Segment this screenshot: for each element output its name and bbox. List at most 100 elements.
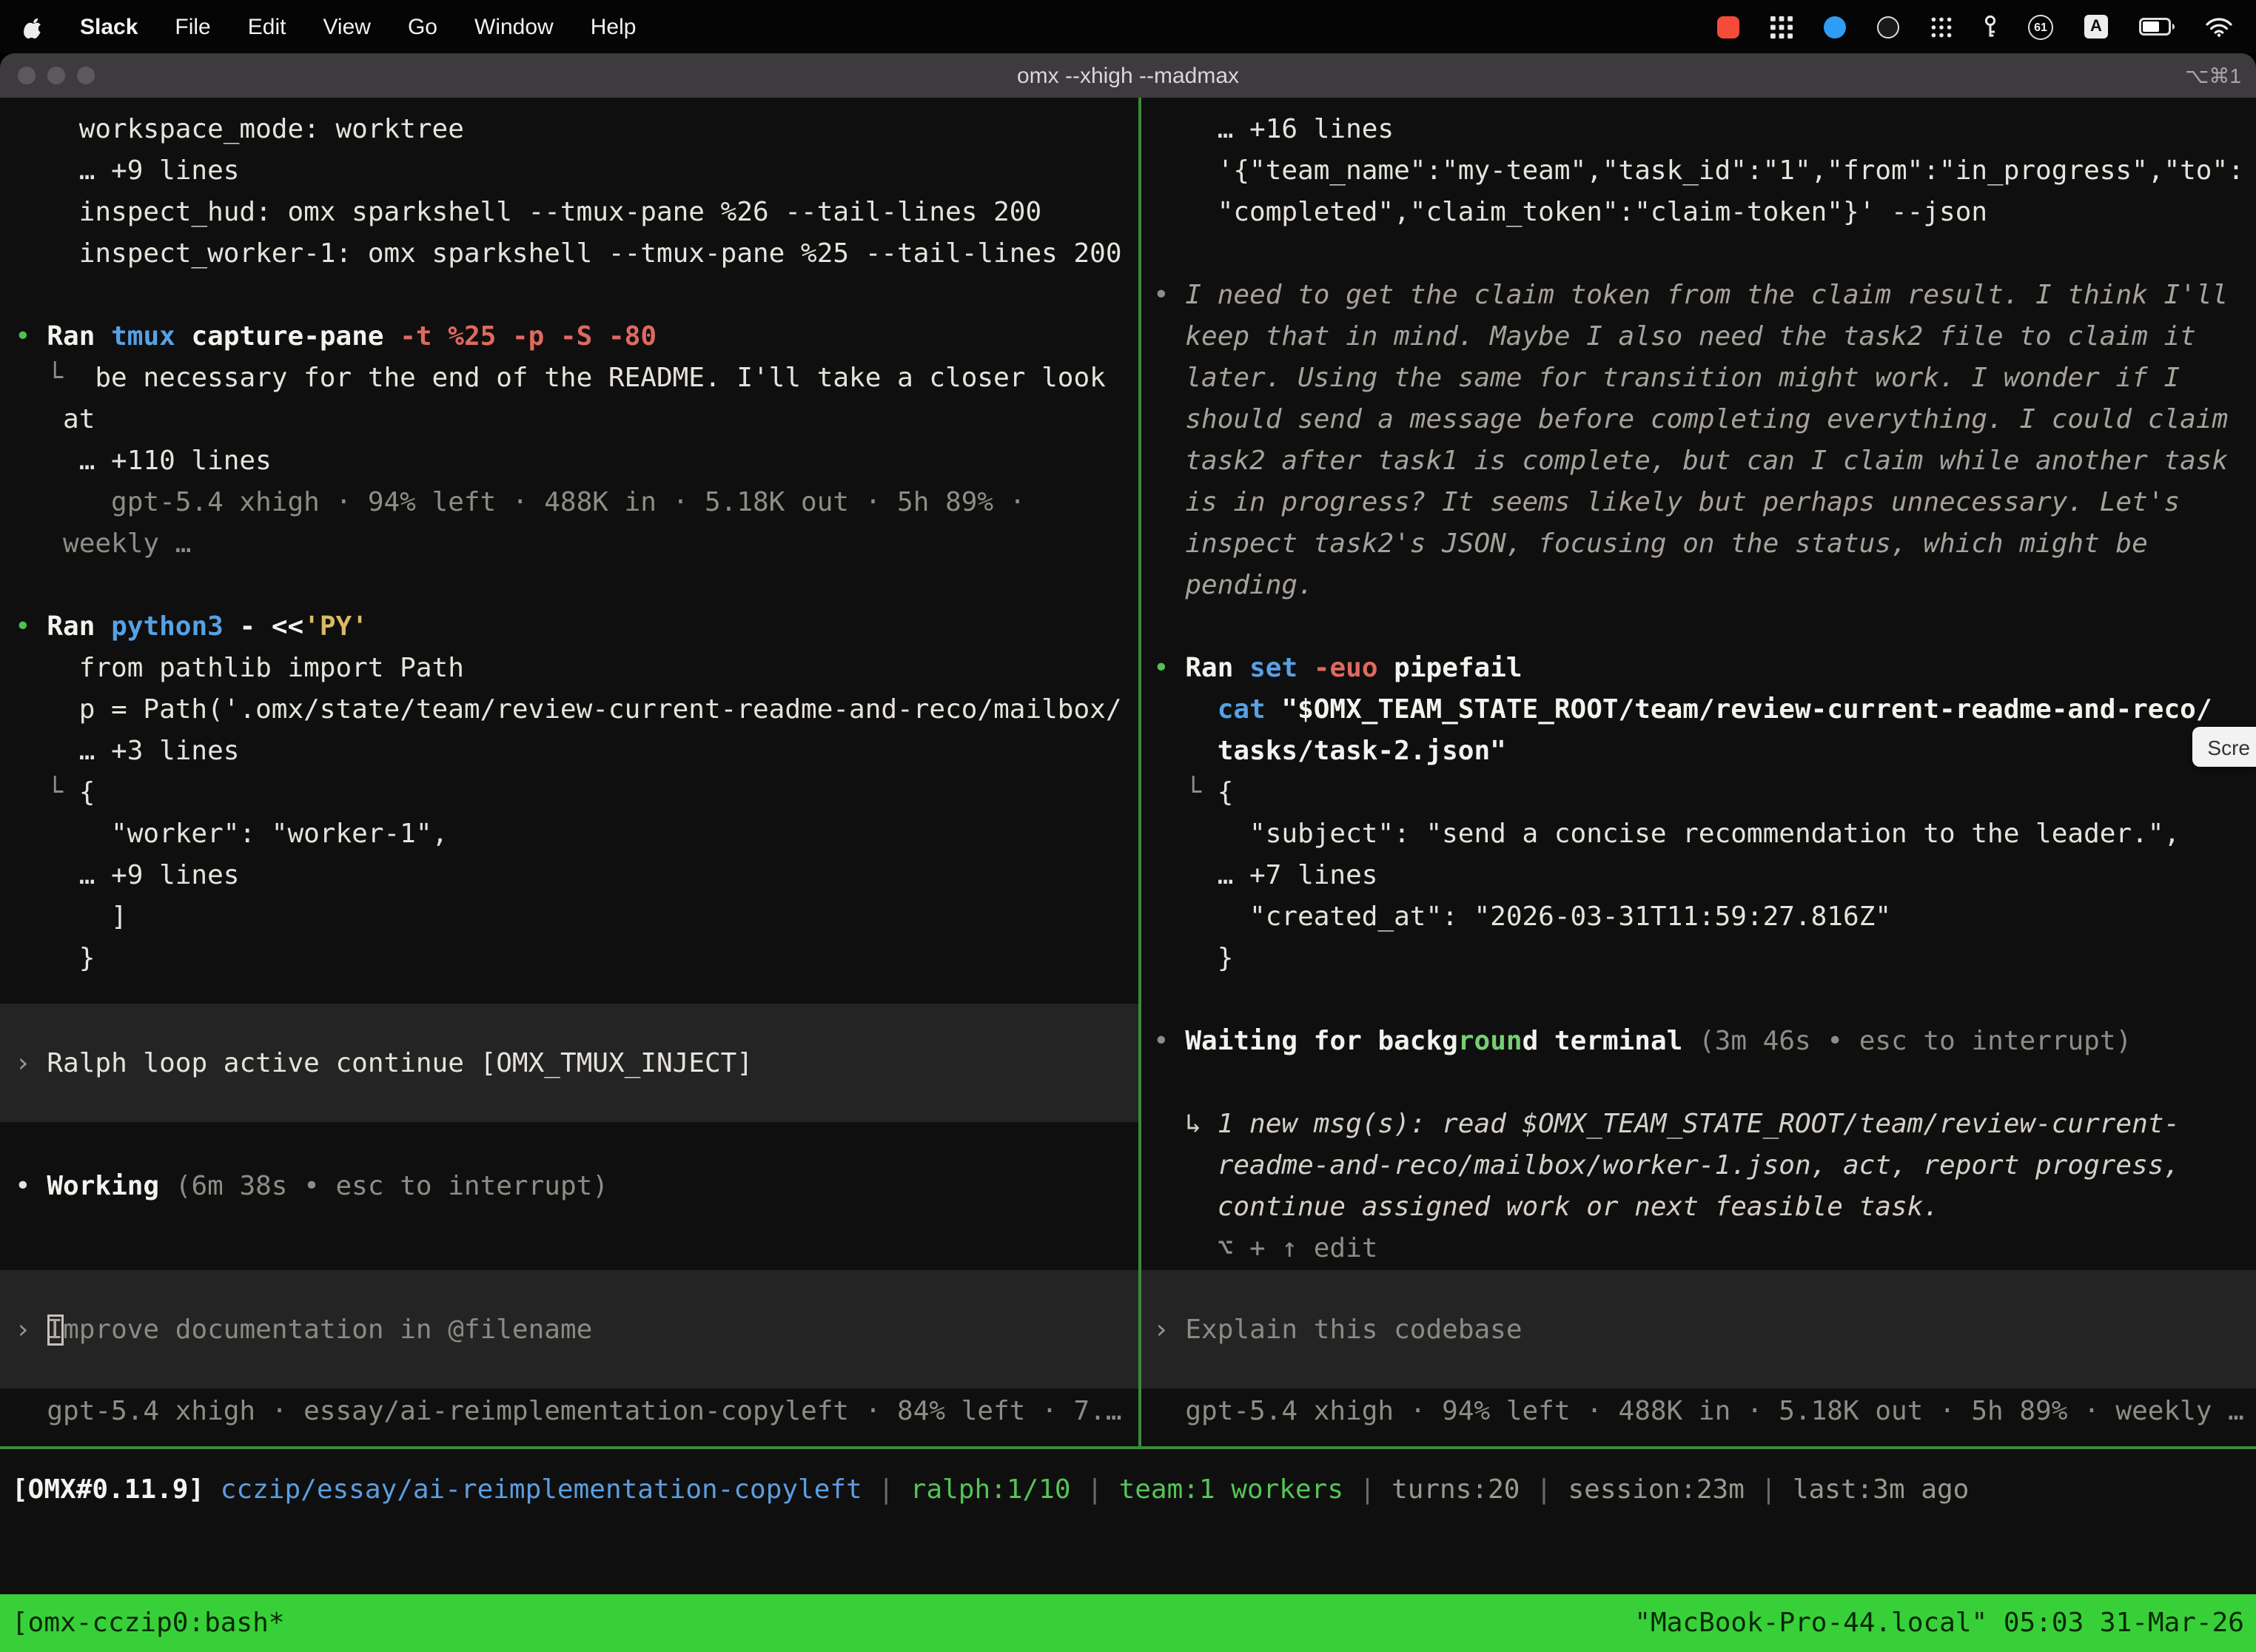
text-segment: workspace_mode: worktree (15, 114, 464, 145)
exec-line: • Ran set -euo pipefail (1153, 648, 2256, 690)
terminal-line: … +9 lines (15, 856, 1138, 897)
dots-grid-icon[interactable] (1930, 16, 1953, 38)
text-segment: … +9 lines (15, 155, 239, 187)
tmux-right-pane: … +16 lines '{"team_name":"my-team","tas… (1141, 98, 2256, 1446)
text-segment: ] (15, 901, 127, 933)
terminal-line: cat "$OMX_TEAM_STATE_ROOT/team/review-cu… (1153, 690, 2256, 731)
text-segment: roun (1458, 1026, 1523, 1057)
text-segment: { (1218, 777, 1234, 808)
text-segment: be necessary for the end of the README. … (95, 363, 1105, 394)
terminal-line: p = Path('.omx/state/team/review-current… (15, 690, 1138, 731)
tmux-status-bar: [omx-cczip0:bash* "MacBook-Pro-44.local"… (0, 1594, 2256, 1652)
right-prompt-input[interactable]: › Explain this codebase (1141, 1270, 2256, 1389)
terminal-line: "subject": "send a concise recommendatio… (1153, 814, 2256, 856)
menu-item-window[interactable]: Window (474, 14, 554, 39)
left-prompt-input[interactable]: › Improve documentation in @filename (0, 1270, 1138, 1389)
text-segment: tmux (111, 321, 175, 352)
exec-band[interactable]: › Ralph loop active continue [OMX_TMUX_I… (0, 1004, 1138, 1122)
terminal-line: … +16 lines (1153, 110, 2256, 151)
text-segment: | (1745, 1474, 1793, 1505)
tmux-left-pane: workspace_mode: worktree … +9 lines insp… (0, 98, 1138, 1446)
terminal-line: readme-and-reco/mailbox/worker-1.json, a… (1153, 1146, 2256, 1187)
text-segment: "worker": "worker-1", (15, 819, 448, 850)
terminal-line: ] (15, 897, 1138, 939)
text-segment: -euo (1297, 653, 1377, 684)
text-segment: • (15, 611, 47, 642)
text-segment: p = Path('.omx/state/team/review-current… (15, 694, 1122, 725)
terminal-line: weekly … (15, 524, 1138, 565)
terminal-line: └ be necessary for the end of the README… (15, 358, 1138, 400)
terminal-line: inspect task2's JSON, focusing on the st… (1153, 524, 2256, 565)
text-segment: ↳ 1 new msg(s): read $OMX_TEAM_STATE_ROO… (1153, 1109, 2180, 1140)
text-segment: mprove documentation in @filename (63, 1314, 592, 1345)
text-segment: d terminal (1523, 1026, 1683, 1057)
window-title: omx --xhigh --madmax (0, 63, 2256, 88)
tmux-panes: workspace_mode: worktree … +9 lines insp… (0, 98, 2256, 1446)
apple-icon[interactable] (24, 15, 43, 38)
terminal-line: tasks/task-2.json" (1153, 731, 2256, 773)
menu-item-edit[interactable]: Edit (248, 14, 286, 39)
terminal-line: … +110 lines (15, 441, 1138, 483)
text-segment: Ralph loop active continue [OMX_TMUX_INJ… (47, 1047, 753, 1078)
terminal-line: } (15, 939, 1138, 980)
text-segment: I (47, 1314, 63, 1345)
menu-item-help[interactable]: Help (591, 14, 637, 39)
zoom-button[interactable] (77, 67, 95, 84)
dark-app-icon[interactable] (1877, 16, 1899, 38)
text-segment: • (1153, 280, 1185, 311)
gauge-61-icon[interactable]: 61 (2028, 14, 2053, 39)
text-segment: └ (15, 777, 79, 808)
text-segment: - << (224, 611, 303, 642)
text-segment: Ran (47, 321, 111, 352)
menu-items: File Edit View Go Window Help (175, 14, 636, 39)
left-pane-output: workspace_mode: worktree … +9 lines insp… (15, 110, 1138, 1208)
text-segment: continue assigned work or next feasible … (1153, 1192, 1939, 1223)
input-source-label: A (2090, 18, 2102, 36)
text-segment: should send a message before completing … (1153, 404, 2228, 435)
text-segment: • (1153, 653, 1185, 684)
minimize-button[interactable] (47, 67, 65, 84)
terminal-line: is in progress? It seems likely but perh… (1153, 483, 2256, 524)
text-segment: • (1153, 1026, 1185, 1057)
terminal-line: task2 after task1 is complete, but can I… (1153, 441, 2256, 483)
text-segment: "$OMX_TEAM_STATE_ROOT/team/review-curren… (1281, 694, 2212, 725)
text-segment: keep that in mind. Maybe I also need the… (1153, 321, 2196, 352)
waiting-line: • Waiting for background terminal (3m 46… (1153, 1021, 2256, 1063)
key-icon[interactable] (1984, 15, 1997, 38)
text-segment: pending. (1153, 570, 1314, 601)
terminal-line: ↳ 1 new msg(s): read $OMX_TEAM_STATE_ROO… (1153, 1104, 2256, 1146)
gauge-label: 61 (2034, 20, 2047, 33)
window-title-bar: omx --xhigh --madmax ⌥⌘1 (0, 53, 2256, 98)
keyboard-grid-icon[interactable] (1770, 16, 1793, 38)
input-source-icon[interactable]: A (2084, 15, 2108, 38)
wifi-icon[interactable] (2206, 17, 2232, 36)
recording-indicator-icon[interactable] (1717, 16, 1739, 38)
battery-icon[interactable] (2139, 18, 2175, 36)
text-segment: • (15, 321, 47, 352)
terminal-line: keep that in mind. Maybe I also need the… (1153, 317, 2256, 358)
text-segment: … +3 lines (15, 736, 239, 767)
menu-item-go[interactable]: Go (408, 14, 437, 39)
text-segment: › (1153, 1314, 1185, 1345)
text-segment: › (15, 1047, 47, 1078)
text-segment: "completed","claim_token":"claim-token"}… (1153, 197, 1987, 228)
left-pane-bottom: › Improve documentation in @filename gpt… (15, 1270, 1138, 1433)
text-segment: '{"team_name":"my-team","task_id":"1","f… (1153, 155, 2244, 187)
text-segment: Working (47, 1171, 159, 1202)
close-button[interactable] (18, 67, 36, 84)
blank-line (1153, 980, 2256, 1021)
menu-item-view[interactable]: View (323, 14, 371, 39)
terminal-window: workspace_mode: worktree … +9 lines insp… (0, 98, 2256, 1652)
menu-item-file[interactable]: File (175, 14, 210, 39)
text-segment: inspect_hud: omx sparkshell --tmux-pane … (15, 197, 1041, 228)
text-segment: is in progress? It seems likely but perh… (1153, 487, 2180, 518)
screenshot-tooltip[interactable]: Scre (2192, 727, 2256, 767)
blue-app-icon[interactable] (1824, 16, 1846, 38)
terminal-line: … +7 lines (1153, 856, 2256, 897)
active-app-menu[interactable]: Slack (80, 14, 138, 39)
text-segment: } (1153, 943, 1233, 974)
terminal-line: "worker": "worker-1", (15, 814, 1138, 856)
text-segment: -t %25 -p -S -80 (400, 321, 657, 352)
text-segment: last:3m ago (1793, 1474, 1969, 1505)
text-segment: team:1 workers (1119, 1474, 1343, 1505)
